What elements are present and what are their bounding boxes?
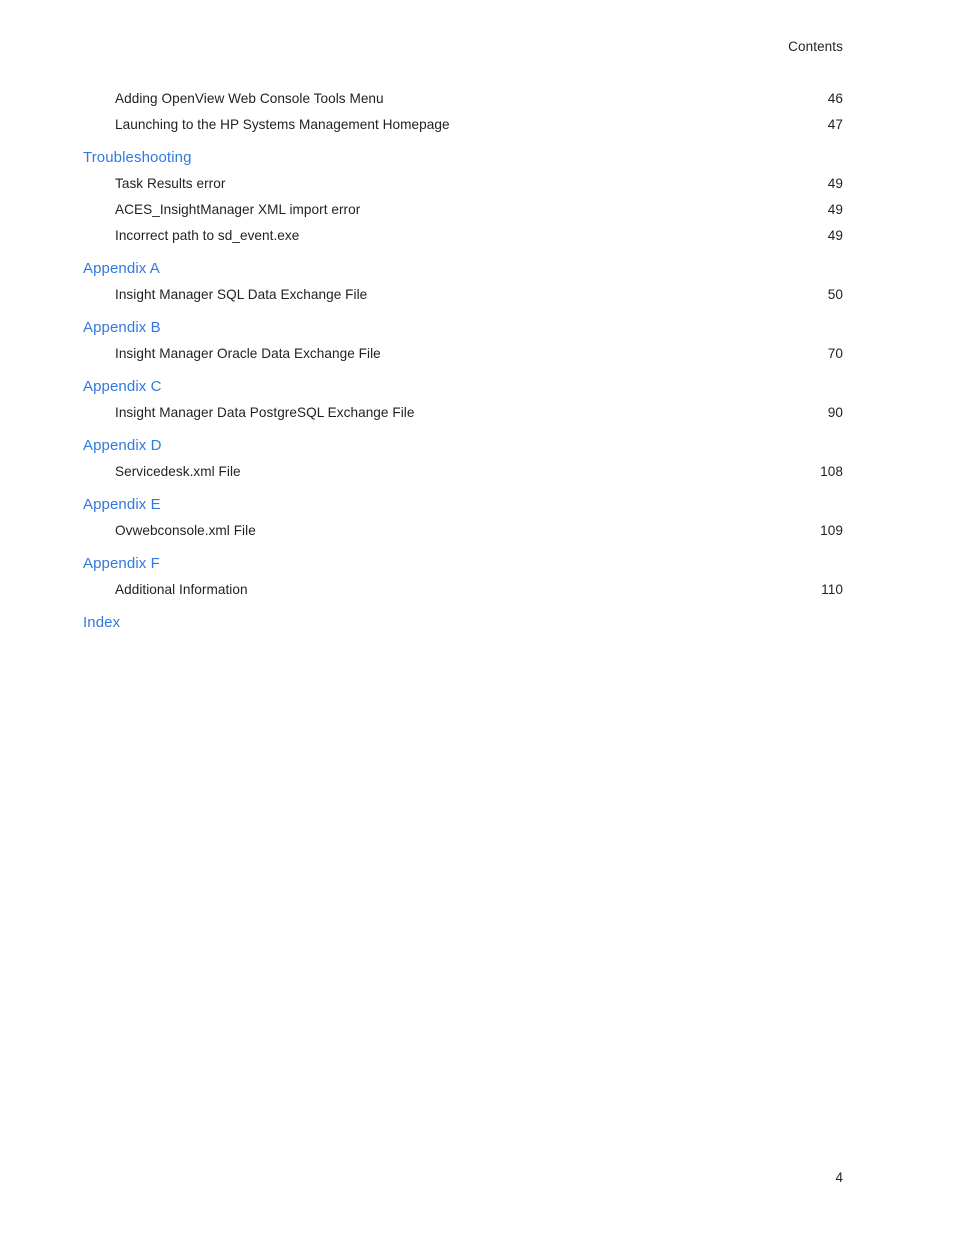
toc-dot-leader — [230, 174, 820, 188]
toc-entry[interactable]: Incorrect path to sd_event.exe 49 — [83, 223, 843, 249]
toc-section: Appendix D Servicedesk.xml File 108 — [83, 433, 843, 485]
toc-entry-title: Insight Manager Data PostgreSQL Exchange… — [115, 405, 415, 420]
toc-entry[interactable]: Servicedesk.xml File 108 — [83, 459, 843, 485]
toc-entry-title: Additional Information — [115, 582, 248, 597]
toc-entry[interactable]: Additional Information 110 — [83, 577, 843, 603]
toc-entry[interactable]: Insight Manager Data PostgreSQL Exchange… — [83, 400, 843, 426]
toc-section-heading[interactable]: Appendix E — [83, 492, 843, 518]
toc-entry-title: Servicedesk.xml File — [115, 464, 241, 479]
toc-dot-leader — [381, 344, 821, 358]
toc-entry-title: Insight Manager Oracle Data Exchange Fil… — [115, 346, 381, 361]
toc-entry-title: Incorrect path to sd_event.exe — [115, 228, 300, 243]
toc-dot-leader — [246, 462, 814, 476]
toc-dot-leader — [365, 200, 820, 214]
toc-section: TroubleshootingTask Results error49ACES_… — [83, 145, 843, 249]
toc-entry-title: Adding OpenView Web Console Tools Menu — [115, 91, 384, 106]
toc-entry-page-number: 49 — [827, 202, 843, 217]
toc-section-heading[interactable]: Appendix D — [83, 433, 843, 459]
toc-entry-page-number: 49 — [827, 228, 843, 243]
toc-entry-title: ACES_InsightManager XML import error — [115, 202, 361, 217]
toc-section: Appendix B Insight Manager Oracle Data Ex… — [83, 315, 843, 367]
toc-entry[interactable]: Adding OpenView Web Console Tools Menu 46 — [83, 86, 843, 112]
toc-entry[interactable]: Insight Manager SQL Data Exchange File 50 — [83, 282, 843, 308]
toc-section-heading[interactable]: Appendix B — [83, 315, 843, 341]
toc-entry-page-number: 108 — [820, 464, 843, 479]
toc-entry-page-number: 110 — [821, 582, 843, 597]
toc-entry[interactable]: Task Results error 49 — [83, 171, 843, 197]
toc-section-heading[interactable]: Appendix A — [83, 256, 843, 282]
toc-section-heading[interactable]: Appendix F — [83, 551, 843, 577]
toc-entry-title: Insight Manager SQL Data Exchange File — [115, 287, 368, 302]
toc-section: Appendix E Ovwebconsole.xml File 109 — [83, 492, 843, 544]
toc-entry-page-number: 90 — [827, 405, 843, 420]
toc-entry[interactable]: Ovwebconsole.xml File 109 — [83, 518, 843, 544]
toc-dot-leader — [372, 285, 821, 299]
toc-entry-title: Launching to the HP Systems Management H… — [115, 117, 450, 132]
toc-section-heading[interactable]: Index — [83, 610, 843, 636]
toc-entry-title: Task Results error — [115, 176, 226, 191]
running-head: Contents — [788, 39, 843, 54]
toc-section: Appendix F Additional Information 110 — [83, 551, 843, 603]
toc-section-heading[interactable]: Appendix C — [83, 374, 843, 400]
toc-entry-page-number: 49 — [827, 176, 843, 191]
toc-entry-page-number: 46 — [827, 91, 843, 106]
toc-page: Contents Adding OpenView Web Console Too… — [0, 0, 954, 1235]
toc-dot-leader — [389, 89, 821, 103]
table-of-contents: Adding OpenView Web Console Tools Menu 46… — [83, 86, 843, 636]
toc-section: Appendix A Insight Manager SQL Data Excha… — [83, 256, 843, 308]
toc-entry-page-number: 47 — [827, 117, 843, 132]
toc-dot-leader — [304, 226, 820, 240]
toc-entry-page-number: 50 — [827, 287, 843, 302]
toc-entry[interactable]: ACES_InsightManager XML import error 49 — [83, 197, 843, 223]
toc-dot-leader — [450, 115, 821, 129]
toc-section-heading[interactable]: Troubleshooting — [83, 145, 843, 171]
toc-entry[interactable]: Insight Manager Oracle Data Exchange Fil… — [83, 341, 843, 367]
toc-section: Index — [83, 610, 843, 636]
toc-section: Adding OpenView Web Console Tools Menu 46… — [83, 86, 843, 138]
toc-dot-leader — [253, 580, 815, 594]
toc-dot-leader — [419, 403, 820, 417]
page-number-folio: 4 — [835, 1170, 843, 1185]
toc-entry-page-number: 70 — [827, 346, 843, 361]
toc-entry[interactable]: Launching to the HP Systems Management H… — [83, 112, 843, 138]
toc-entry-page-number: 109 — [820, 523, 843, 538]
toc-dot-leader — [256, 521, 813, 535]
toc-entry-title: Ovwebconsole.xml File — [115, 523, 256, 538]
toc-section: Appendix C Insight Manager Data PostgreSQ… — [83, 374, 843, 426]
